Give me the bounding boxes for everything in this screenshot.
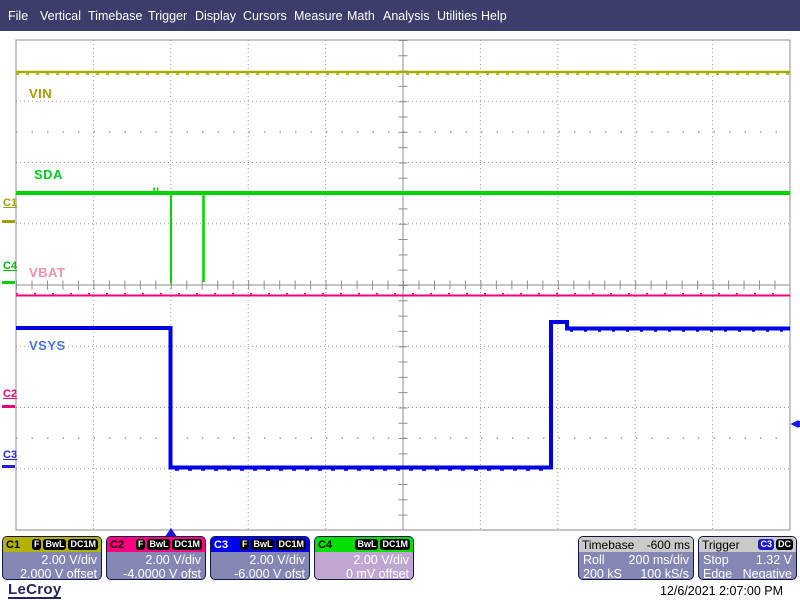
graticule [16,40,790,530]
channel-c2-header: C2 F BwL DC1M [107,537,205,552]
channel-zero-tick-c3 [2,465,15,468]
channel-zero-tick-c1 [2,220,15,223]
waveform-display-area: VIN SDA VBAT VSYS C1 C4 C2 C3 [0,0,800,536]
channel-c3-badges: F BwL DC1M [240,539,306,550]
channel-c3-header: C3 F BwL DC1M [211,537,309,552]
timebase-header: Timebase -600 ms [579,537,693,552]
trigger-level: 1.32 V [756,553,792,567]
channel-descriptor-c2[interactable]: C2 F BwL DC1M 2.00 V/div -4.0000 V ofst [106,536,206,580]
channel-descriptor-c3[interactable]: C3 F BwL DC1M 2.00 V/div -6.000 V ofst [210,536,310,580]
channel-c4-settings: 2.00 V/div 0 mV offset [315,552,413,580]
channel-c2-offset: -4.0000 V ofst [111,567,201,580]
trace-label-sda: SDA [34,167,63,182]
trigger-header: Trigger C3 DC [699,537,796,552]
channel-c2-id: C2 [110,539,124,551]
channel-c4-scale: 2.00 V/div [319,553,409,567]
channel-c2-badges: F BwL DC1M [136,539,202,550]
trigger-descriptor[interactable]: Trigger C3 DC Stop 1.32 V Edge Negative [698,536,797,580]
channel-c1-badges: F BwL DC1M [32,539,98,550]
trigger-time-marker-icon[interactable] [166,528,177,536]
trigger-level-marker-icon[interactable] [791,420,800,428]
channel-c3-settings: 2.00 V/div -6.000 V ofst [211,552,309,580]
badge-bandwidth-limit: BwL [355,539,378,550]
channel-c1-settings: 2.00 V/div 2.000 V offset [3,552,101,580]
channel-zero-tick-c4 [2,281,15,284]
channel-c3-scale: 2.00 V/div [215,553,305,567]
trigger-slope: Negative [743,567,792,580]
badge-filter: F [32,539,42,550]
badge-bandwidth-limit: BwL [43,539,66,550]
channel-c1-id: C1 [6,539,20,551]
trigger-title: Trigger [702,538,740,552]
channel-c3-offset: -6.000 V ofst [215,567,305,580]
trigger-type: Edge [703,567,732,580]
timebase-settings: Roll 200 ms/div 200 kS 100 kS/s [579,552,693,580]
channel-c4-header: C4 BwL DC1M [315,537,413,552]
timebase-scale: 200 ms/div [629,553,689,567]
trigger-badges: C3 DC [758,539,793,550]
trace-label-vin: VIN [29,86,52,101]
timebase-mode: Roll [583,553,605,567]
channel-zero-tick-c2 [2,405,15,408]
timebase-descriptor[interactable]: Timebase -600 ms Roll 200 ms/div 200 kS … [578,536,694,580]
channel-c1-header: C1 F BwL DC1M [3,537,101,552]
badge-filter: F [136,539,146,550]
channel-c2-scale: 2.00 V/div [111,553,201,567]
trigger-settings: Stop 1.32 V Edge Negative [699,552,796,580]
timebase-sample-rate: 100 kS/s [640,567,689,580]
badge-bandwidth-limit: BwL [147,539,170,550]
datetime-display: 12/6/2021 2:07:00 PM [660,584,783,598]
channel-c4-id: C4 [318,539,332,551]
channel-c1-offset: 2.000 V offset [7,567,97,580]
waveform-grid-svg [0,0,800,536]
channel-descriptor-c1[interactable]: C1 F BwL DC1M 2.00 V/div 2.000 V offset [2,536,102,580]
timebase-title: Timebase [582,538,634,552]
channel-c2-settings: 2.00 V/div -4.0000 V ofst [107,552,205,580]
badge-coupling: DC1M [380,539,410,550]
badge-coupling: DC1M [276,539,306,550]
trace-label-vsys: VSYS [29,338,66,353]
badge-filter: F [240,539,250,550]
trigger-state: Stop [703,553,729,567]
badge-bandwidth-limit: BwL [251,539,274,550]
channel-marker-c4[interactable]: C4 [3,260,17,272]
channel-marker-c3[interactable]: C3 [3,449,17,461]
lecroy-logo: LeCroy [8,582,61,599]
badge-coupling: DC1M [172,539,202,550]
badge-coupling: DC1M [68,539,98,550]
badge-trigger-source: C3 [758,539,774,550]
timebase-samples: 200 kS [583,567,622,580]
channel-c1-scale: 2.00 V/div [7,553,97,567]
channel-c4-badges: BwL DC1M [355,539,410,550]
channel-marker-c2[interactable]: C2 [3,388,17,400]
channel-c4-offset: 0 mV offset [319,567,409,580]
channel-marker-c1[interactable]: C1 [3,197,17,209]
channel-descriptor-c4[interactable]: C4 BwL DC1M 2.00 V/div 0 mV offset [314,536,414,580]
channel-c3-id: C3 [214,539,228,551]
timebase-delay: -600 ms [647,538,690,552]
trace-label-vbat: VBAT [29,265,65,280]
badge-trigger-coupling: DC [776,539,793,550]
